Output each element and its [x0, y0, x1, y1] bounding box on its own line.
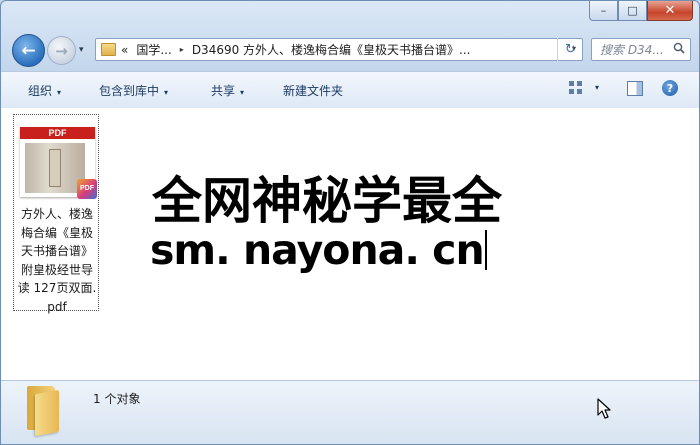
chevron-down-icon: ▾ — [240, 88, 245, 97]
watermark-line-1: 全网神秘学最全 — [152, 172, 502, 230]
address-bar[interactable]: « 国学... ▸ D34690 方外人、楼逸梅合编《皇极天书播台谱》... ▾ — [95, 38, 583, 61]
search-box[interactable]: 搜索 D34... — [591, 38, 691, 61]
book-cover-image — [25, 143, 85, 193]
item-count: 1 个对象 — [93, 392, 141, 406]
pdf-thumbnail: PDF PDF — [20, 127, 97, 199]
pdf-header-band: PDF — [20, 127, 95, 139]
folder-icon — [27, 386, 63, 437]
refresh-icon: ↻ — [565, 42, 576, 57]
text-caret — [484, 230, 487, 270]
watermark-overlay: 全网神秘学最全 sm. nayona. cn — [149, 160, 553, 284]
search-icon[interactable] — [671, 42, 687, 57]
explorer-window: – □ ✕ ← → ▾ « 国学... ▸ D34690 方外人、楼逸梅合编《皇… — [0, 0, 700, 445]
organize-menu[interactable]: 组织 ▾ — [28, 82, 61, 99]
details-pane: 1 个对象 — [1, 380, 699, 444]
watermark-line-2: sm. nayona. cn — [150, 226, 487, 274]
breadcrumb-overflow[interactable]: « — [121, 43, 128, 57]
search-input[interactable]: 搜索 D34... — [592, 41, 671, 58]
help-button[interactable]: ? — [662, 80, 678, 96]
forward-arrow-icon: → — [55, 41, 68, 60]
file-item-pdf[interactable]: PDF PDF 方外人、楼逸 梅合编《皇极 天书播台谱》 附皇极经世导 读 12… — [13, 114, 99, 314]
file-name-line: 梅合编《皇极 — [20, 225, 93, 240]
file-name-line: 方外人、楼逸 — [20, 207, 93, 221]
breadcrumb-separator-icon[interactable]: ▸ — [180, 45, 184, 54]
close-button[interactable]: ✕ — [647, 1, 693, 21]
chevron-down-icon: ▾ — [164, 88, 169, 97]
help-icon: ? — [666, 81, 674, 95]
forward-button[interactable]: → — [47, 36, 76, 65]
new-folder-button[interactable]: 新建文件夹 — [283, 82, 343, 99]
include-in-library-menu[interactable]: 包含到库中 ▾ — [99, 82, 168, 99]
file-name-line: pdf — [47, 299, 67, 314]
include-in-library-label: 包含到库中 — [99, 84, 160, 98]
maximize-button[interactable]: □ — [618, 1, 647, 21]
back-arrow-icon: ← — [21, 40, 36, 61]
watermark-url: sm. nayona. cn — [150, 226, 485, 274]
minimize-button[interactable]: – — [589, 1, 618, 21]
file-name-line: 天书播台谱》 — [20, 244, 93, 258]
organize-label: 组织 — [28, 84, 53, 98]
file-list-pane[interactable]: PDF PDF 方外人、楼逸 梅合编《皇极 天书播台谱》 附皇极经世导 读 12… — [1, 108, 699, 380]
file-name-label[interactable]: 方外人、楼逸 梅合编《皇极 天书播台谱》 附皇极经世导 读 127页双面. pd… — [14, 205, 100, 316]
breadcrumb-item-guoxue[interactable]: 国学... — [136, 41, 171, 58]
caption-buttons: – □ ✕ — [589, 1, 693, 21]
change-view-icon[interactable] — [569, 81, 583, 95]
refresh-button[interactable]: ↻ — [557, 38, 583, 61]
back-button[interactable]: ← — [12, 34, 45, 67]
chevron-down-icon: ▾ — [57, 88, 62, 97]
mouse-cursor-icon — [597, 398, 611, 419]
breadcrumb-item-current[interactable]: D34690 方外人、楼逸梅合编《皇极天书播台谱》... — [192, 41, 471, 58]
folder-icon — [101, 43, 116, 56]
file-name-line: 读 127页双面. — [17, 281, 97, 295]
view-options-dropdown[interactable]: ▾ — [595, 83, 599, 92]
pdf-badge-icon: PDF — [77, 179, 97, 199]
recent-pages-dropdown[interactable]: ▾ — [79, 45, 84, 55]
preview-pane-icon[interactable] — [627, 81, 643, 96]
file-name-line: 附皇极经世导 — [20, 262, 93, 277]
share-label: 共享 — [211, 84, 236, 98]
command-bar: 组织 ▾ 包含到库中 ▾ 共享 ▾ 新建文件夹 ▾ ? — [1, 71, 699, 109]
share-menu[interactable]: 共享 ▾ — [211, 82, 244, 99]
